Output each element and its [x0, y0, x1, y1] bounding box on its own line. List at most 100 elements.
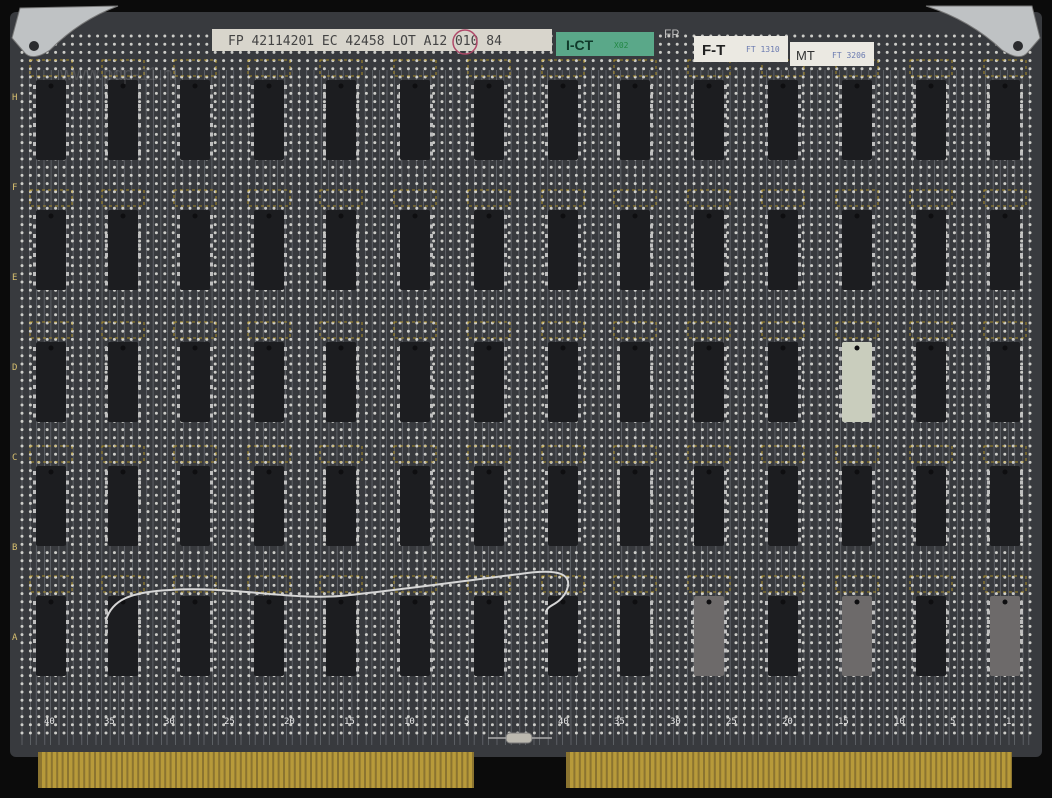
via-hole	[87, 108, 91, 112]
via-hole	[440, 313, 444, 317]
via-hole	[600, 190, 604, 194]
via-hole	[919, 206, 923, 210]
via-hole	[121, 206, 125, 210]
via-hole	[1003, 67, 1007, 71]
via-hole	[28, 280, 32, 284]
via-hole	[558, 198, 562, 202]
via-hole	[810, 239, 814, 243]
via-hole	[1020, 239, 1024, 243]
via-hole	[692, 165, 696, 169]
via-hole	[306, 272, 310, 276]
via-hole	[440, 83, 444, 87]
via-hole	[927, 67, 931, 71]
via-hole	[751, 173, 755, 177]
via-hole	[364, 67, 368, 71]
via-hole	[70, 34, 74, 38]
via-hole	[969, 280, 973, 284]
via-hole	[516, 116, 520, 120]
edge-finger	[1002, 752, 1006, 788]
via-hole	[314, 239, 318, 243]
via-hole	[87, 280, 91, 284]
via-hole	[146, 157, 150, 161]
edge-finger	[409, 752, 413, 788]
via-hole	[675, 182, 679, 186]
via-hole	[734, 346, 738, 350]
via-hole	[499, 165, 503, 169]
via-hole	[684, 288, 688, 292]
via-hole	[877, 132, 881, 136]
edge-finger	[123, 752, 127, 788]
via-hole	[658, 149, 662, 153]
via-hole	[163, 132, 167, 136]
via-hole	[919, 305, 923, 309]
via-hole	[272, 165, 276, 169]
via-hole	[524, 247, 528, 251]
via-hole	[759, 313, 763, 317]
via-hole	[516, 108, 520, 112]
via-hole	[608, 206, 612, 210]
via-hole	[969, 305, 973, 309]
via-hole	[759, 214, 763, 218]
via-hole	[919, 190, 923, 194]
edge-finger	[295, 752, 300, 788]
via-hole	[154, 321, 158, 325]
via-hole	[482, 313, 486, 317]
via-hole	[297, 124, 301, 128]
via-hole	[96, 132, 100, 136]
via-hole	[1028, 91, 1032, 95]
via-hole	[432, 50, 436, 54]
via-hole	[835, 149, 839, 153]
via-hole	[440, 346, 444, 350]
via-hole	[877, 264, 881, 268]
via-hole	[826, 313, 830, 317]
via-hole	[709, 206, 713, 210]
via-hole	[1020, 247, 1024, 251]
via-hole	[927, 206, 931, 210]
via-hole	[751, 75, 755, 79]
via-hole	[390, 100, 394, 104]
via-hole	[868, 296, 872, 300]
via-hole	[986, 67, 990, 71]
via-hole	[742, 190, 746, 194]
via-hole	[969, 108, 973, 112]
via-hole	[96, 223, 100, 227]
via-hole	[390, 157, 394, 161]
via-hole	[398, 50, 402, 54]
via-hole	[322, 329, 326, 333]
via-hole	[742, 100, 746, 104]
via-hole	[230, 165, 234, 169]
via-hole	[558, 165, 562, 169]
via-hole	[222, 305, 226, 309]
via-hole	[524, 173, 528, 177]
via-hole	[784, 173, 788, 177]
via-hole	[1028, 206, 1032, 210]
via-hole	[658, 206, 662, 210]
via-hole	[448, 337, 452, 341]
edge-finger	[166, 752, 170, 788]
via-hole	[516, 296, 520, 300]
via-hole	[381, 305, 385, 309]
via-hole	[222, 346, 226, 350]
via-hole	[348, 165, 352, 169]
via-hole	[852, 296, 856, 300]
via-hole	[70, 50, 74, 54]
via-hole	[574, 305, 578, 309]
via-hole	[516, 149, 520, 153]
via-hole	[457, 206, 461, 210]
via-hole	[591, 206, 595, 210]
via-hole	[600, 75, 604, 79]
edge-finger	[52, 752, 57, 788]
via-hole	[532, 108, 536, 112]
via-hole	[238, 108, 242, 112]
via-hole	[717, 165, 721, 169]
via-hole	[826, 67, 830, 71]
via-hole	[768, 198, 772, 202]
edge-finger	[634, 752, 639, 788]
via-hole	[894, 149, 898, 153]
via-hole	[784, 182, 788, 186]
via-hole	[272, 173, 276, 177]
via-hole	[608, 157, 612, 161]
via-hole	[591, 296, 595, 300]
via-hole	[45, 67, 49, 71]
via-hole	[364, 321, 368, 325]
